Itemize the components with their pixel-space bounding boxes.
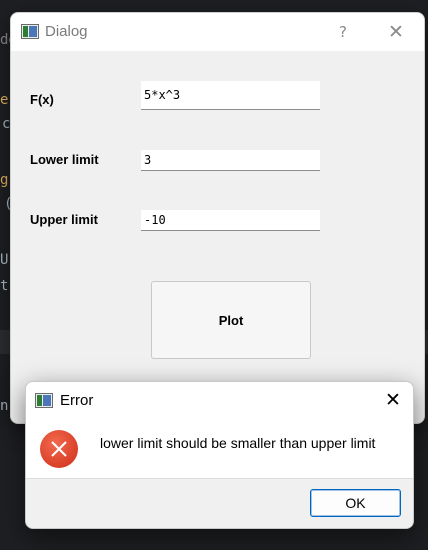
dialog-titlebar[interactable]: Dialog ? ✕	[11, 13, 424, 51]
plot-dialog: Dialog ? ✕ F(x) 5*x^3 Lower limit 3 Uppe…	[10, 12, 425, 424]
error-message-box: Error ✕ lower limit should be smaller th…	[25, 381, 414, 529]
ok-button[interactable]: OK	[310, 489, 401, 517]
error-message: lower limit should be smaller than upper…	[100, 435, 376, 451]
app-window-icon	[35, 393, 53, 408]
dialog-title: Dialog	[45, 23, 88, 40]
upper-limit-input[interactable]: -10	[141, 210, 320, 231]
error-footer: OK	[26, 478, 413, 528]
error-body: lower limit should be smaller than upper…	[26, 418, 413, 478]
code-fragment: U	[0, 252, 9, 268]
error-close-button[interactable]: ✕	[382, 389, 404, 411]
close-button[interactable]: ✕	[385, 21, 407, 43]
help-button[interactable]: ?	[333, 21, 353, 43]
code-fragment: t	[0, 278, 9, 294]
lower-limit-input[interactable]: 3	[141, 150, 320, 171]
fx-label: F(x)	[30, 92, 54, 107]
error-circle-icon	[40, 430, 78, 468]
fx-input[interactable]: 5*x^3	[141, 81, 320, 110]
code-fragment: n	[0, 398, 9, 414]
lower-limit-label: Lower limit	[30, 152, 99, 167]
error-titlebar[interactable]: Error ✕	[26, 382, 413, 418]
error-title: Error	[60, 392, 94, 409]
plot-button[interactable]: Plot	[151, 281, 311, 359]
app-window-icon	[21, 24, 39, 39]
upper-limit-label: Upper limit	[30, 212, 98, 227]
